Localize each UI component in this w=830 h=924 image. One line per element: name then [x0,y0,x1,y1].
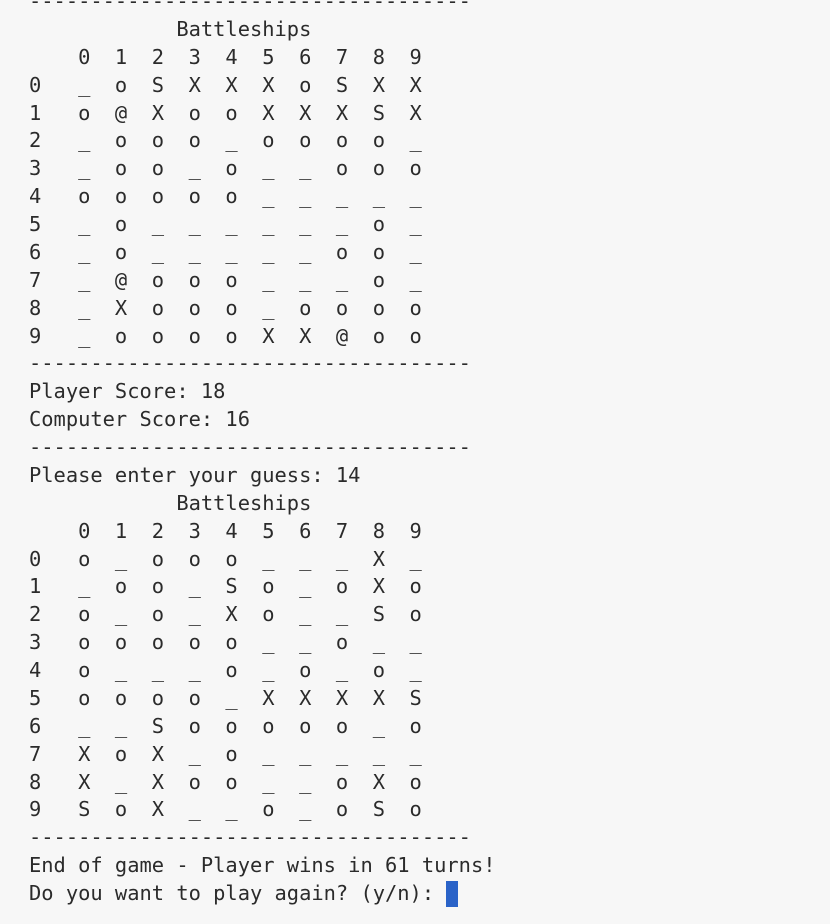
separator: ------------------------------------ [29,435,471,459]
game-result-message: End of game - Player wins in 61 turns! [29,853,496,878]
board-2-column-header: 0 1 2 3 4 5 6 7 8 9 [29,518,422,543]
board-2-row-4: 4 o _ _ _ o _ o _ o _ [29,658,422,682]
player-score: Player Score: 18 [29,379,226,404]
board-1-row-8: 8 _ X o o o _ o o o o [29,295,422,320]
board-1-row-5: 5 _ o _ _ _ _ _ _ o _ [29,212,422,236]
guess-prompt: Please enter your guess: 14 [29,462,361,487]
board-2-row-6: 6 _ _ S o o o o o _ o [29,713,422,738]
play-again-line[interactable]: Do you want to play again? (y/n): [29,880,830,908]
separator: ------------------------------------ [29,351,471,376]
board-2-row-8: 8 X _ X o o _ _ o X o [29,769,422,794]
computer-score: Computer Score: 16 [29,407,250,432]
board-1-row-6: 6 _ o _ _ _ _ _ o o _ [29,239,422,264]
board-1-row-1: 1 o @ X o o X X X S X [29,100,422,125]
board-2-row-9: 9 S o X _ _ o _ o S o [29,797,422,822]
board-1-row-3: 3 _ o o _ o _ _ o o o [29,156,422,181]
board-title-1: Battleships [29,16,312,41]
play-again-prompt: Do you want to play again? (y/n): [29,881,447,905]
board-1-row-4: 4 o o o o o _ _ _ _ _ [29,184,422,209]
separator-top: ------------------------------------ [29,0,471,13]
board-1-row-2: 2 _ o o o _ o o o o _ [29,128,422,153]
board-title-2: Battleships [29,490,312,515]
board-1-row-0: 0 _ o S X X X o S X X [29,72,422,97]
board-2-row-5: 5 o o o o _ X X X X S [29,685,422,710]
text-cursor[interactable] [446,881,459,907]
board-2-row-1: 1 _ o o _ S o _ o X o [29,574,422,599]
board-1-column-header: 0 1 2 3 4 5 6 7 8 9 [29,44,422,69]
board-2-row-3: 3 o o o o o _ _ o _ _ [29,630,422,655]
separator-bottom: ------------------------------------ [29,825,471,850]
board-2-row-0: 0 o _ o o o _ _ _ X _ [29,546,422,571]
board-1-row-9: 9 _ o o o o X X @ o o [29,323,422,348]
board-2-row-2: 2 o _ o _ X o _ _ S o [29,602,422,627]
terminal-window: ------------------------------------ Bat… [0,0,830,908]
board-1-row-7: 7 _ @ o o o _ _ _ o _ [29,267,422,292]
board-2-row-7: 7 X o X _ o _ _ _ _ _ [29,741,422,766]
